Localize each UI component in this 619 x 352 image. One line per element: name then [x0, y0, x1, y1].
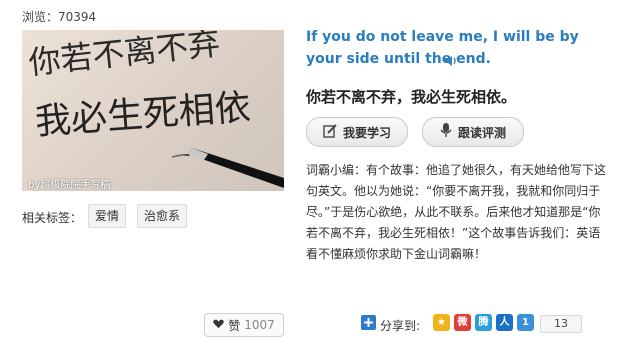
tag-healing[interactable]: 治愈系 [137, 204, 188, 228]
story-text: 词霸小编：有个故事：他追了她很久，有天她给他写下这句英文。他以为她说：“你要不离… [306, 163, 607, 261]
handwriting-line1: 你若不离不弃 [27, 30, 222, 82]
tag-love[interactable]: 爱情 [88, 204, 127, 228]
qzone-icon[interactable]: ★ [433, 314, 450, 331]
view-count-label: 浏览： [22, 10, 59, 24]
tags-label: 相关标签： [22, 211, 83, 225]
share-plus-icon[interactable] [361, 315, 376, 334]
handwriting-illustration: 你若不离不弃 我必生死相依 [27, 30, 284, 188]
edit-icon [323, 123, 337, 141]
renren-icon[interactable]: 人 [496, 314, 513, 331]
pen-icon [171, 148, 284, 188]
weibo-icon[interactable]: 微 [454, 314, 471, 331]
handwriting-photo: 你若不离不弃 我必生死相依 by超级院院手写稿 [22, 30, 284, 191]
follow-read-button-label: 跟读评测 [457, 125, 506, 140]
heart-icon [213, 318, 224, 332]
learn-button-label: 我要学习 [342, 125, 391, 140]
tencent-weibo-icon[interactable]: 腾 [475, 314, 492, 331]
follow-read-button[interactable]: 跟读评测 [422, 117, 524, 147]
like-count: 1007 [244, 318, 275, 332]
share-label: 分享到: [380, 319, 421, 333]
learn-button[interactable]: 我要学习 [306, 117, 408, 147]
handwriting-line2: 我必生死相依 [34, 87, 252, 143]
chinese-translation: 你若不离不弃，我必生死相依。 [306, 88, 517, 106]
photo-watermark: by超级院院手写稿 [28, 180, 111, 191]
view-count: 浏览：70394 [22, 8, 96, 25]
speaker-icon[interactable] [444, 53, 458, 72]
like-label: 赞 [228, 318, 241, 333]
share-count: 13 [540, 315, 582, 333]
kaixin-icon[interactable]: 1 [517, 314, 534, 331]
view-count-value: 70394 [58, 10, 97, 24]
like-button[interactable]: 赞 1007 [204, 313, 284, 337]
microphone-icon [440, 123, 452, 141]
